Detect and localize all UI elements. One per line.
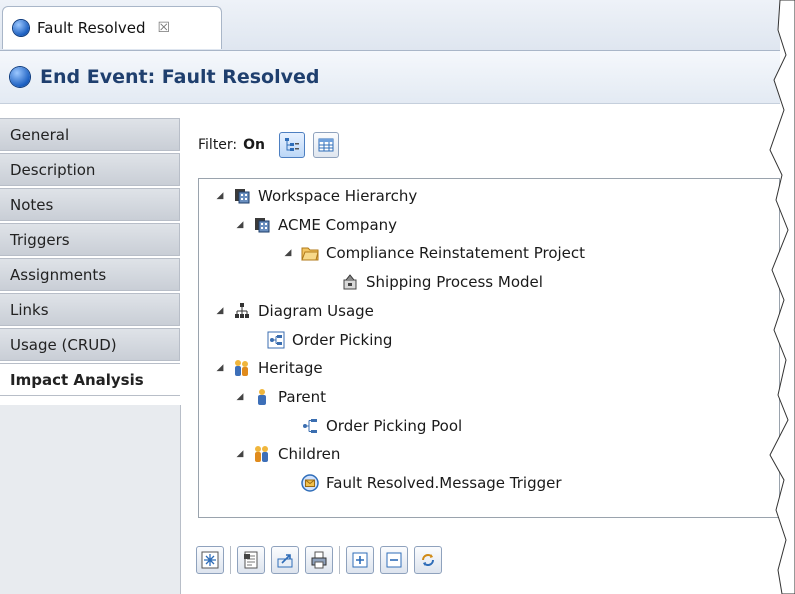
page-title: End Event: Fault Resolved [40, 66, 320, 88]
tree-node-label: Order Picking Pool [326, 417, 463, 435]
pool-icon [303, 419, 317, 433]
tree-node-parent[interactable]: ◢ Parent [233, 386, 327, 408]
expand-all-button[interactable] [346, 546, 374, 574]
torn-edge-decoration [769, 0, 795, 594]
editor-tab-bar: Fault Resolved ☒ [0, 0, 780, 51]
tree-node-diagram-usage[interactable]: ◢ Diagram Usage [213, 300, 374, 322]
export-button[interactable] [271, 546, 299, 574]
export-document-button[interactable] [237, 546, 265, 574]
end-event-icon [13, 20, 29, 36]
workspace-icon [235, 189, 250, 204]
bottom-toolbar [196, 543, 448, 577]
print-button[interactable] [305, 546, 333, 574]
table-view-icon [318, 138, 334, 152]
printer-icon [311, 551, 327, 569]
expand-arrow-icon[interactable]: ◢ [213, 363, 227, 373]
filter-label: Filter: [198, 137, 238, 153]
tree-view-icon [285, 138, 300, 151]
people-icon [255, 446, 268, 462]
tree-node-children[interactable]: ◢ Children [233, 443, 341, 465]
tree-node-label: Parent [278, 388, 327, 406]
expand-arrow-icon[interactable]: ◢ [233, 220, 247, 230]
tree-node-heritage[interactable]: ◢ Heritage [213, 357, 323, 379]
people-icon [235, 360, 248, 376]
expand-arrow-icon[interactable]: ◢ [281, 248, 295, 258]
tree-node-label: Shipping Process Model [366, 273, 543, 291]
folder-icon [301, 247, 319, 261]
sidebar-item-general[interactable]: General [0, 118, 180, 151]
tree-node-order-picking[interactable]: Order Picking [247, 329, 392, 351]
expand-arrow-icon[interactable]: ◢ [233, 392, 247, 402]
expand-arrow-icon[interactable]: ◢ [213, 191, 227, 201]
expand-arrow-icon[interactable]: ◢ [233, 449, 247, 459]
tree-node-acme-company[interactable]: ◢ ACME Company [233, 214, 398, 236]
message-trigger-icon [301, 474, 319, 492]
sidebar-item-description[interactable]: Description [0, 153, 180, 186]
export-icon [277, 554, 293, 568]
filter-value: On [243, 137, 266, 153]
tree-node-label: Fault Resolved.Message Trigger [326, 474, 562, 492]
snowflake-icon [201, 551, 219, 569]
tree-node-label: Compliance Reinstatement Project [326, 244, 586, 262]
person-icon [258, 389, 266, 405]
sidebar-item-triggers[interactable]: Triggers [0, 223, 180, 256]
tree-node-workspace-hierarchy[interactable]: ◢ Workspace Hierarchy [213, 185, 418, 207]
expand-all-icon [352, 552, 368, 568]
process-model-icon [343, 274, 357, 290]
tree-node-label: ACME Company [278, 216, 398, 234]
toolbar-separator [230, 546, 231, 574]
expand-arrow-icon[interactable]: ◢ [213, 306, 227, 316]
sidebar-item-notes[interactable]: Notes [0, 188, 180, 221]
tab-fault-resolved[interactable]: Fault Resolved ☒ [2, 6, 222, 49]
toolbar-separator [339, 546, 340, 574]
sidebar: General Description Notes Triggers Assig… [0, 118, 180, 398]
impact-analysis-tree[interactable]: ◢ Workspace Hierarchy ◢ ACME Company ◢ C… [198, 178, 780, 518]
sidebar-background [0, 405, 181, 594]
sidebar-item-impact-analysis[interactable]: Impact Analysis [0, 363, 180, 396]
tree-node-fault-resolved-message-trigger[interactable]: Fault Resolved.Message Trigger [281, 472, 562, 494]
table-view-toggle-button[interactable] [313, 132, 340, 158]
tree-node-shipping-process-model[interactable]: Shipping Process Model [321, 271, 543, 293]
tree-node-order-picking-pool[interactable]: Order Picking Pool [281, 415, 462, 437]
filter-settings-button[interactable] [196, 546, 224, 574]
page-header: End Event: Fault Resolved [0, 51, 780, 104]
filter-bar: Filter: On [198, 128, 347, 162]
document-icon [244, 551, 258, 569]
close-icon[interactable]: ☒ [158, 20, 171, 36]
collapse-all-icon [386, 552, 402, 568]
collapse-all-button[interactable] [380, 546, 408, 574]
tree-node-compliance-reinstatement-project[interactable]: ◢ Compliance Reinstatement Project [281, 242, 586, 264]
tab-label: Fault Resolved [37, 19, 146, 37]
company-icon [255, 218, 270, 233]
tree-node-label: Heritage [258, 359, 323, 377]
sidebar-item-assignments[interactable]: Assignments [0, 258, 180, 291]
tree-node-label: Order Picking [292, 331, 393, 349]
hierarchy-icon [235, 303, 249, 318]
refresh-button[interactable] [414, 546, 442, 574]
tree-view-toggle-button[interactable] [279, 132, 306, 158]
tree-node-label: Children [278, 445, 341, 463]
refresh-icon [422, 554, 434, 566]
tree-node-label: Workspace Hierarchy [258, 187, 418, 205]
end-event-icon [10, 67, 30, 87]
tree-node-label: Diagram Usage [258, 302, 374, 320]
sidebar-item-usage-crud[interactable]: Usage (CRUD) [0, 328, 180, 361]
diagram-icon [267, 331, 285, 349]
sidebar-item-links[interactable]: Links [0, 293, 180, 326]
